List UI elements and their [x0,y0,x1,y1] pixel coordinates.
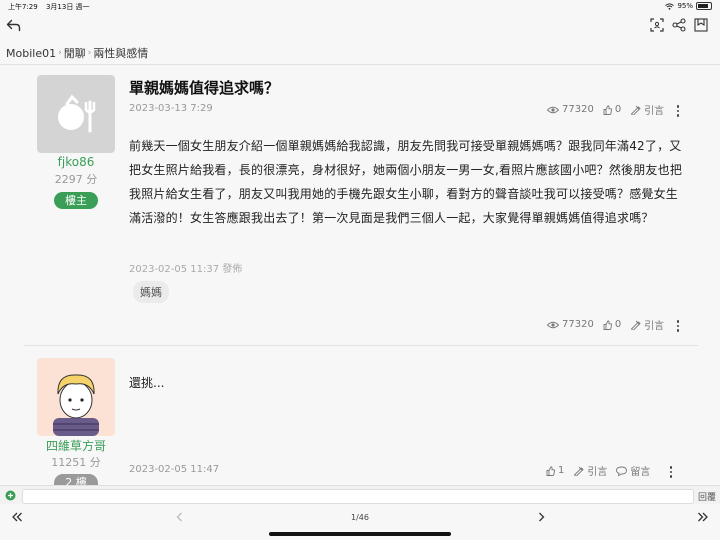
thumb-icon [546,465,555,476]
avatar[interactable] [37,75,115,153]
view-count: 77320 [547,319,594,330]
quote-button[interactable]: 引言 [630,102,664,117]
battery-percent: 95% [677,2,693,10]
cartoon-avatar-icon [53,374,99,436]
author-name[interactable]: 四維草方哥 [37,437,115,454]
quote-icon [574,466,585,476]
breadcrumb: Mobile01 › 閒聊 › 兩性與感情 [6,45,148,61]
post-published-date: 2023-02-05 11:37 發佈 [129,264,243,275]
thumb-icon [603,319,612,330]
post-stats: 77320 0 引言 [547,102,664,117]
first-page-icon[interactable] [11,511,23,523]
wifi-icon [665,2,675,10]
avatar[interactable] [37,358,115,436]
status-date: 3月13日 週一 [45,3,90,11]
reply-text: 還挑... [129,376,165,390]
next-page-icon[interactable] [536,511,546,523]
post-tag[interactable]: 媽媽 [133,281,169,303]
breadcrumb-item-chat[interactable]: 閒聊 [64,45,86,61]
breadcrumb-separator-icon: › [87,48,92,58]
breadcrumb-item-relationships[interactable]: 兩性與感情 [93,45,148,61]
author-badge: 樓主 [54,192,98,209]
reply-date: 2023-02-05 11:47 [129,464,220,475]
eye-icon [547,106,559,113]
plus-circle-icon[interactable] [5,490,16,501]
like-button[interactable]: 1 [546,465,564,476]
breadcrumb-separator-icon: › [58,48,62,58]
quote-button[interactable]: 引言 [573,463,607,478]
more-icon[interactable] [676,105,680,117]
breadcrumb-divider [0,64,720,65]
reply-input-bar: 回覆 [0,485,720,505]
comment-button[interactable]: 留言 [616,463,650,478]
like-button[interactable]: 0 [603,319,621,330]
last-page-icon[interactable] [697,511,709,523]
status-right: 95% [665,2,712,10]
author-points: 2297 分 [54,173,98,186]
more-icon[interactable] [676,320,680,332]
back-arrow-icon[interactable] [4,16,22,34]
default-avatar-icon [58,94,96,133]
reply-stats: 1 引言 留言 [546,463,650,478]
reply-input[interactable] [22,489,694,504]
quote-icon [631,320,641,330]
home-indicator [269,532,451,536]
breadcrumb-item-mobile01[interactable]: Mobile01 [6,47,56,60]
post-body: 前幾天一個女生朋友介紹一個單親媽媽給我認識，朋友先問我可接受單親媽媽嗎？跟我同年… [129,139,683,225]
quote-button[interactable]: 引言 [630,317,664,332]
like-button[interactable]: 0 [603,104,621,115]
bookmark-icon[interactable] [693,17,709,33]
battery-icon [696,2,712,10]
post-footer-stats: 77320 0 引言 [547,317,664,332]
eye-icon [547,321,559,328]
top-toolbar [0,12,720,40]
share-icon[interactable] [671,17,687,33]
status-left: 上午7:29 3月13日 週一 [8,2,96,12]
scan-icon[interactable] [649,17,665,33]
author-points: 11251 分 [51,456,101,469]
post-date: 2023-03-13 7:29 [129,103,213,114]
post-title: 單親媽媽值得追求嗎？ [129,79,280,97]
post-divider [24,345,698,346]
author-name[interactable]: fjko86 [37,155,115,169]
quote-icon [631,105,641,115]
page-indicator[interactable]: 1/46 [340,513,380,522]
more-icon[interactable] [669,466,673,478]
floor-badge: 2 樓 [54,474,98,485]
status-time: 上午7:29 [8,3,38,11]
comment-icon [616,466,628,476]
reply-submit-button[interactable]: 回覆 [698,490,716,503]
prev-page-icon[interactable] [175,511,185,523]
pagination-bar: 1/46 [0,504,720,540]
thumb-icon [603,104,612,115]
view-count: 77320 [547,104,594,115]
status-bar: 上午7:29 3月13日 週一 95% [0,0,720,12]
